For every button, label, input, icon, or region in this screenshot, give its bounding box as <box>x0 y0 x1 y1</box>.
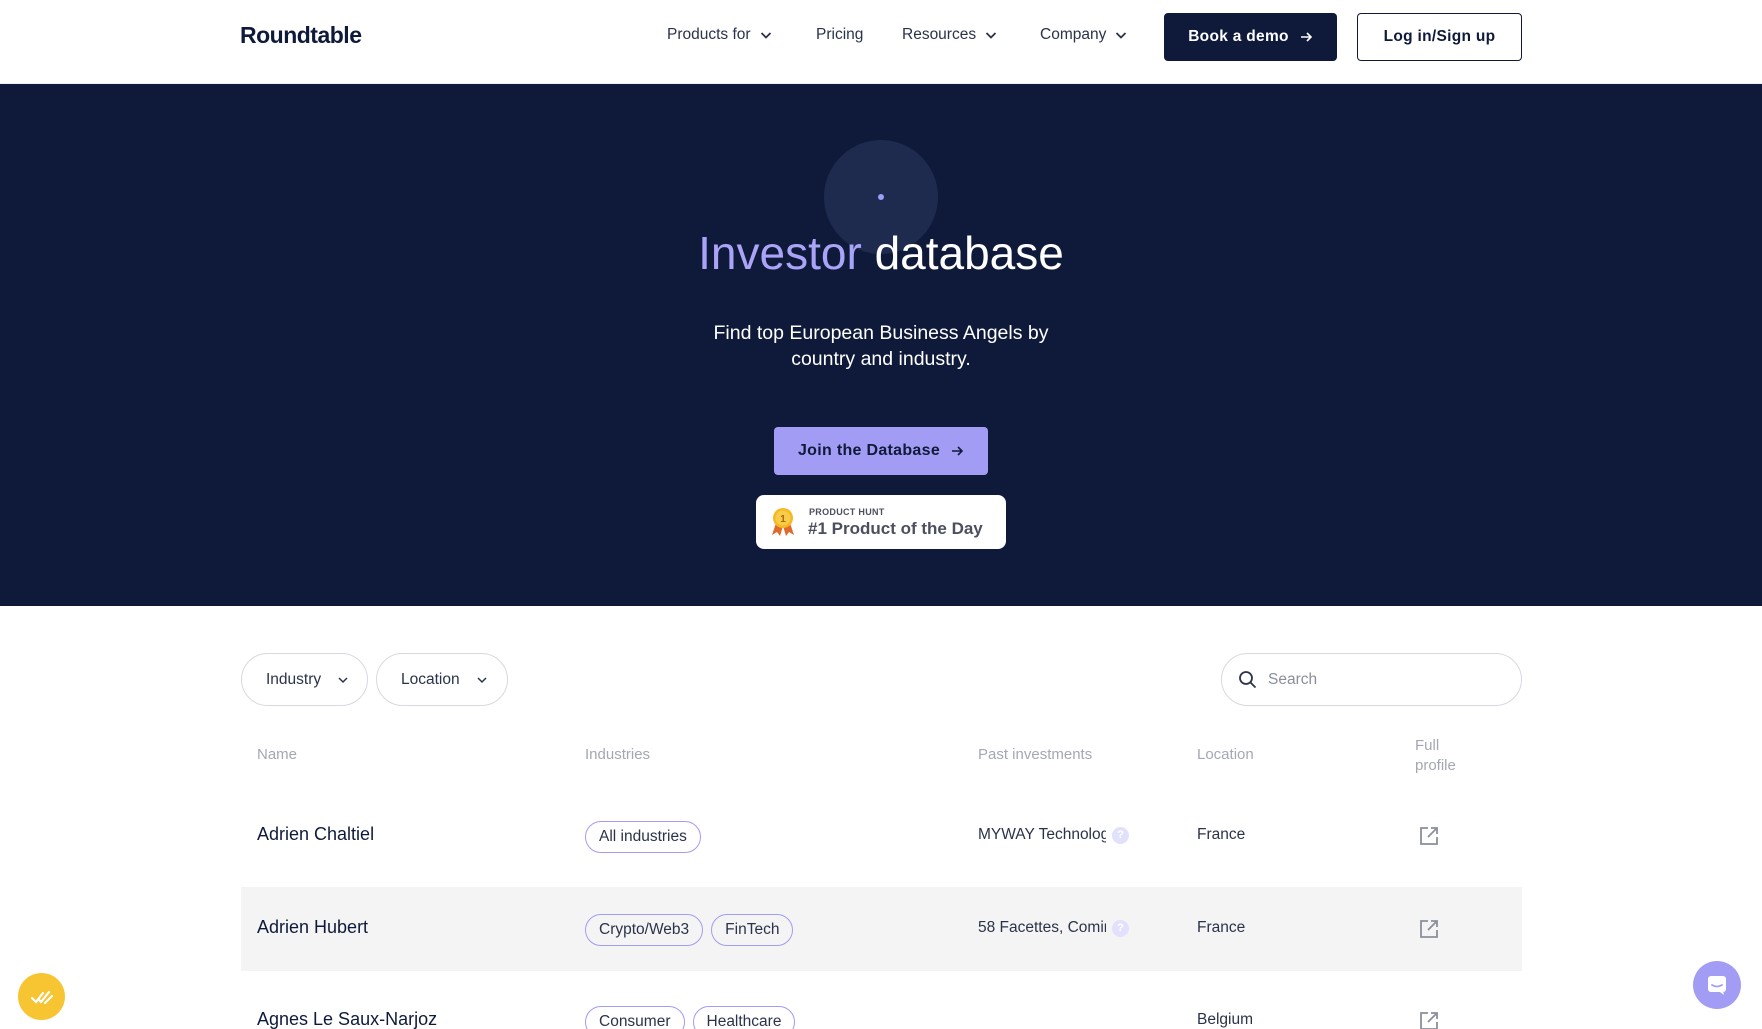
industry-filter-label: Industry <box>266 670 322 688</box>
full-profile-line-1: Full <box>1415 737 1440 754</box>
industry-tag: All industries <box>585 821 701 853</box>
help-icon[interactable]: ? <box>1112 827 1129 844</box>
help-icon[interactable]: ? <box>1112 920 1129 937</box>
nav-resources-label: Resources <box>902 26 977 43</box>
investor-name[interactable]: Agnes Le Saux-Narjoz <box>257 1009 437 1029</box>
nav-pricing[interactable]: Pricing <box>816 26 863 44</box>
arrow-right-icon <box>1300 32 1312 42</box>
industry-tag: Healthcare <box>692 1006 796 1029</box>
column-header-full-profile: Full profile <box>1415 736 1456 776</box>
investor-location: France <box>1197 919 1246 936</box>
chat-icon <box>1708 976 1726 995</box>
table-row[interactable]: Adrien Hubert Crypto/Web3 FinTech 58 Fac… <box>241 887 1522 971</box>
past-investments: MYWAY Technologies <box>978 826 1106 843</box>
column-header-location: Location <box>1197 746 1254 763</box>
nav-company-label: Company <box>1040 26 1107 43</box>
badge-source: PRODUCT HUNT <box>809 507 885 517</box>
login-signup-button[interactable]: Log in/Sign up <box>1357 13 1522 61</box>
join-database-button[interactable]: Join the Database <box>774 427 988 475</box>
table-row[interactable]: Adrien Chaltiel All industries MYWAY Tec… <box>241 794 1522 878</box>
checklist-icon <box>30 990 53 1004</box>
nav-resources[interactable]: Resources <box>902 26 1000 44</box>
chevron-down-icon <box>338 676 348 683</box>
full-profile-line-2: profile <box>1415 757 1456 774</box>
medal-icon: 1 <box>772 508 794 536</box>
arrow-right-icon <box>952 446 964 456</box>
external-link-icon[interactable] <box>1418 1010 1440 1029</box>
investor-name[interactable]: Adrien Hubert <box>257 917 368 938</box>
nav-products-for[interactable]: Products for <box>667 26 775 44</box>
nav-products-for-label: Products for <box>667 26 751 43</box>
top-navbar: Roundtable Products for Pricing Resource… <box>0 0 1762 84</box>
industry-tag: Consumer <box>585 1006 685 1029</box>
hero-section: Investor database Find top European Busi… <box>0 84 1762 606</box>
search-box[interactable] <box>1221 653 1522 706</box>
page-title: Investor database <box>0 226 1762 280</box>
past-investments: 58 Facettes, Comincom <box>978 919 1106 936</box>
industry-tag: Crypto/Web3 <box>585 914 704 946</box>
chevron-down-icon <box>760 32 771 39</box>
search-icon <box>1239 671 1257 689</box>
chevron-down-icon <box>985 32 997 39</box>
svg-text:1: 1 <box>780 514 786 525</box>
investor-name[interactable]: Adrien Chaltiel <box>257 824 374 845</box>
chat-widget-button[interactable] <box>1693 961 1741 1009</box>
external-link-icon[interactable] <box>1418 825 1440 847</box>
table-row[interactable]: Agnes Le Saux-Narjoz Consumer Healthcare… <box>241 979 1522 1029</box>
location-filter-label: Location <box>401 670 460 688</box>
industry-filter[interactable]: Industry <box>241 653 368 706</box>
investor-location: France <box>1197 826 1246 843</box>
search-input[interactable] <box>1268 668 1498 692</box>
nav-pricing-label: Pricing <box>816 26 864 43</box>
investor-location: Belgium <box>1197 1011 1253 1028</box>
chevron-down-icon <box>1116 32 1127 39</box>
column-header-industries: Industries <box>585 746 651 763</box>
logo[interactable]: Roundtable <box>240 22 362 49</box>
badge-title: #1 Product of the Day <box>808 519 983 538</box>
product-hunt-badge[interactable]: 1 PRODUCT HUNT #1 Product of the Day <box>756 495 1006 549</box>
chevron-down-icon <box>477 676 487 683</box>
industry-tag: FinTech <box>711 914 794 946</box>
industry-tags: All industries <box>585 821 701 853</box>
book-demo-label: Book a demo <box>1188 28 1289 45</box>
external-link-icon[interactable] <box>1418 918 1440 940</box>
checklist-widget-button[interactable] <box>18 973 65 1020</box>
nav-company[interactable]: Company <box>1040 26 1130 44</box>
hero-decoration-dot <box>878 194 884 200</box>
book-demo-button[interactable]: Book a demo <box>1164 13 1337 61</box>
join-database-label: Join the Database <box>797 442 941 459</box>
industry-tags: Crypto/Web3 FinTech <box>585 914 794 946</box>
industry-tags: Consumer Healthcare <box>585 1006 796 1029</box>
location-filter[interactable]: Location <box>376 653 508 706</box>
title-rest: database <box>874 227 1064 279</box>
hero-subtitle: Find top European Business Angels by cou… <box>713 322 1049 370</box>
column-header-name: Name <box>257 746 298 763</box>
column-header-past-investments: Past investments <box>978 746 1093 763</box>
title-accent: Investor <box>698 227 862 279</box>
